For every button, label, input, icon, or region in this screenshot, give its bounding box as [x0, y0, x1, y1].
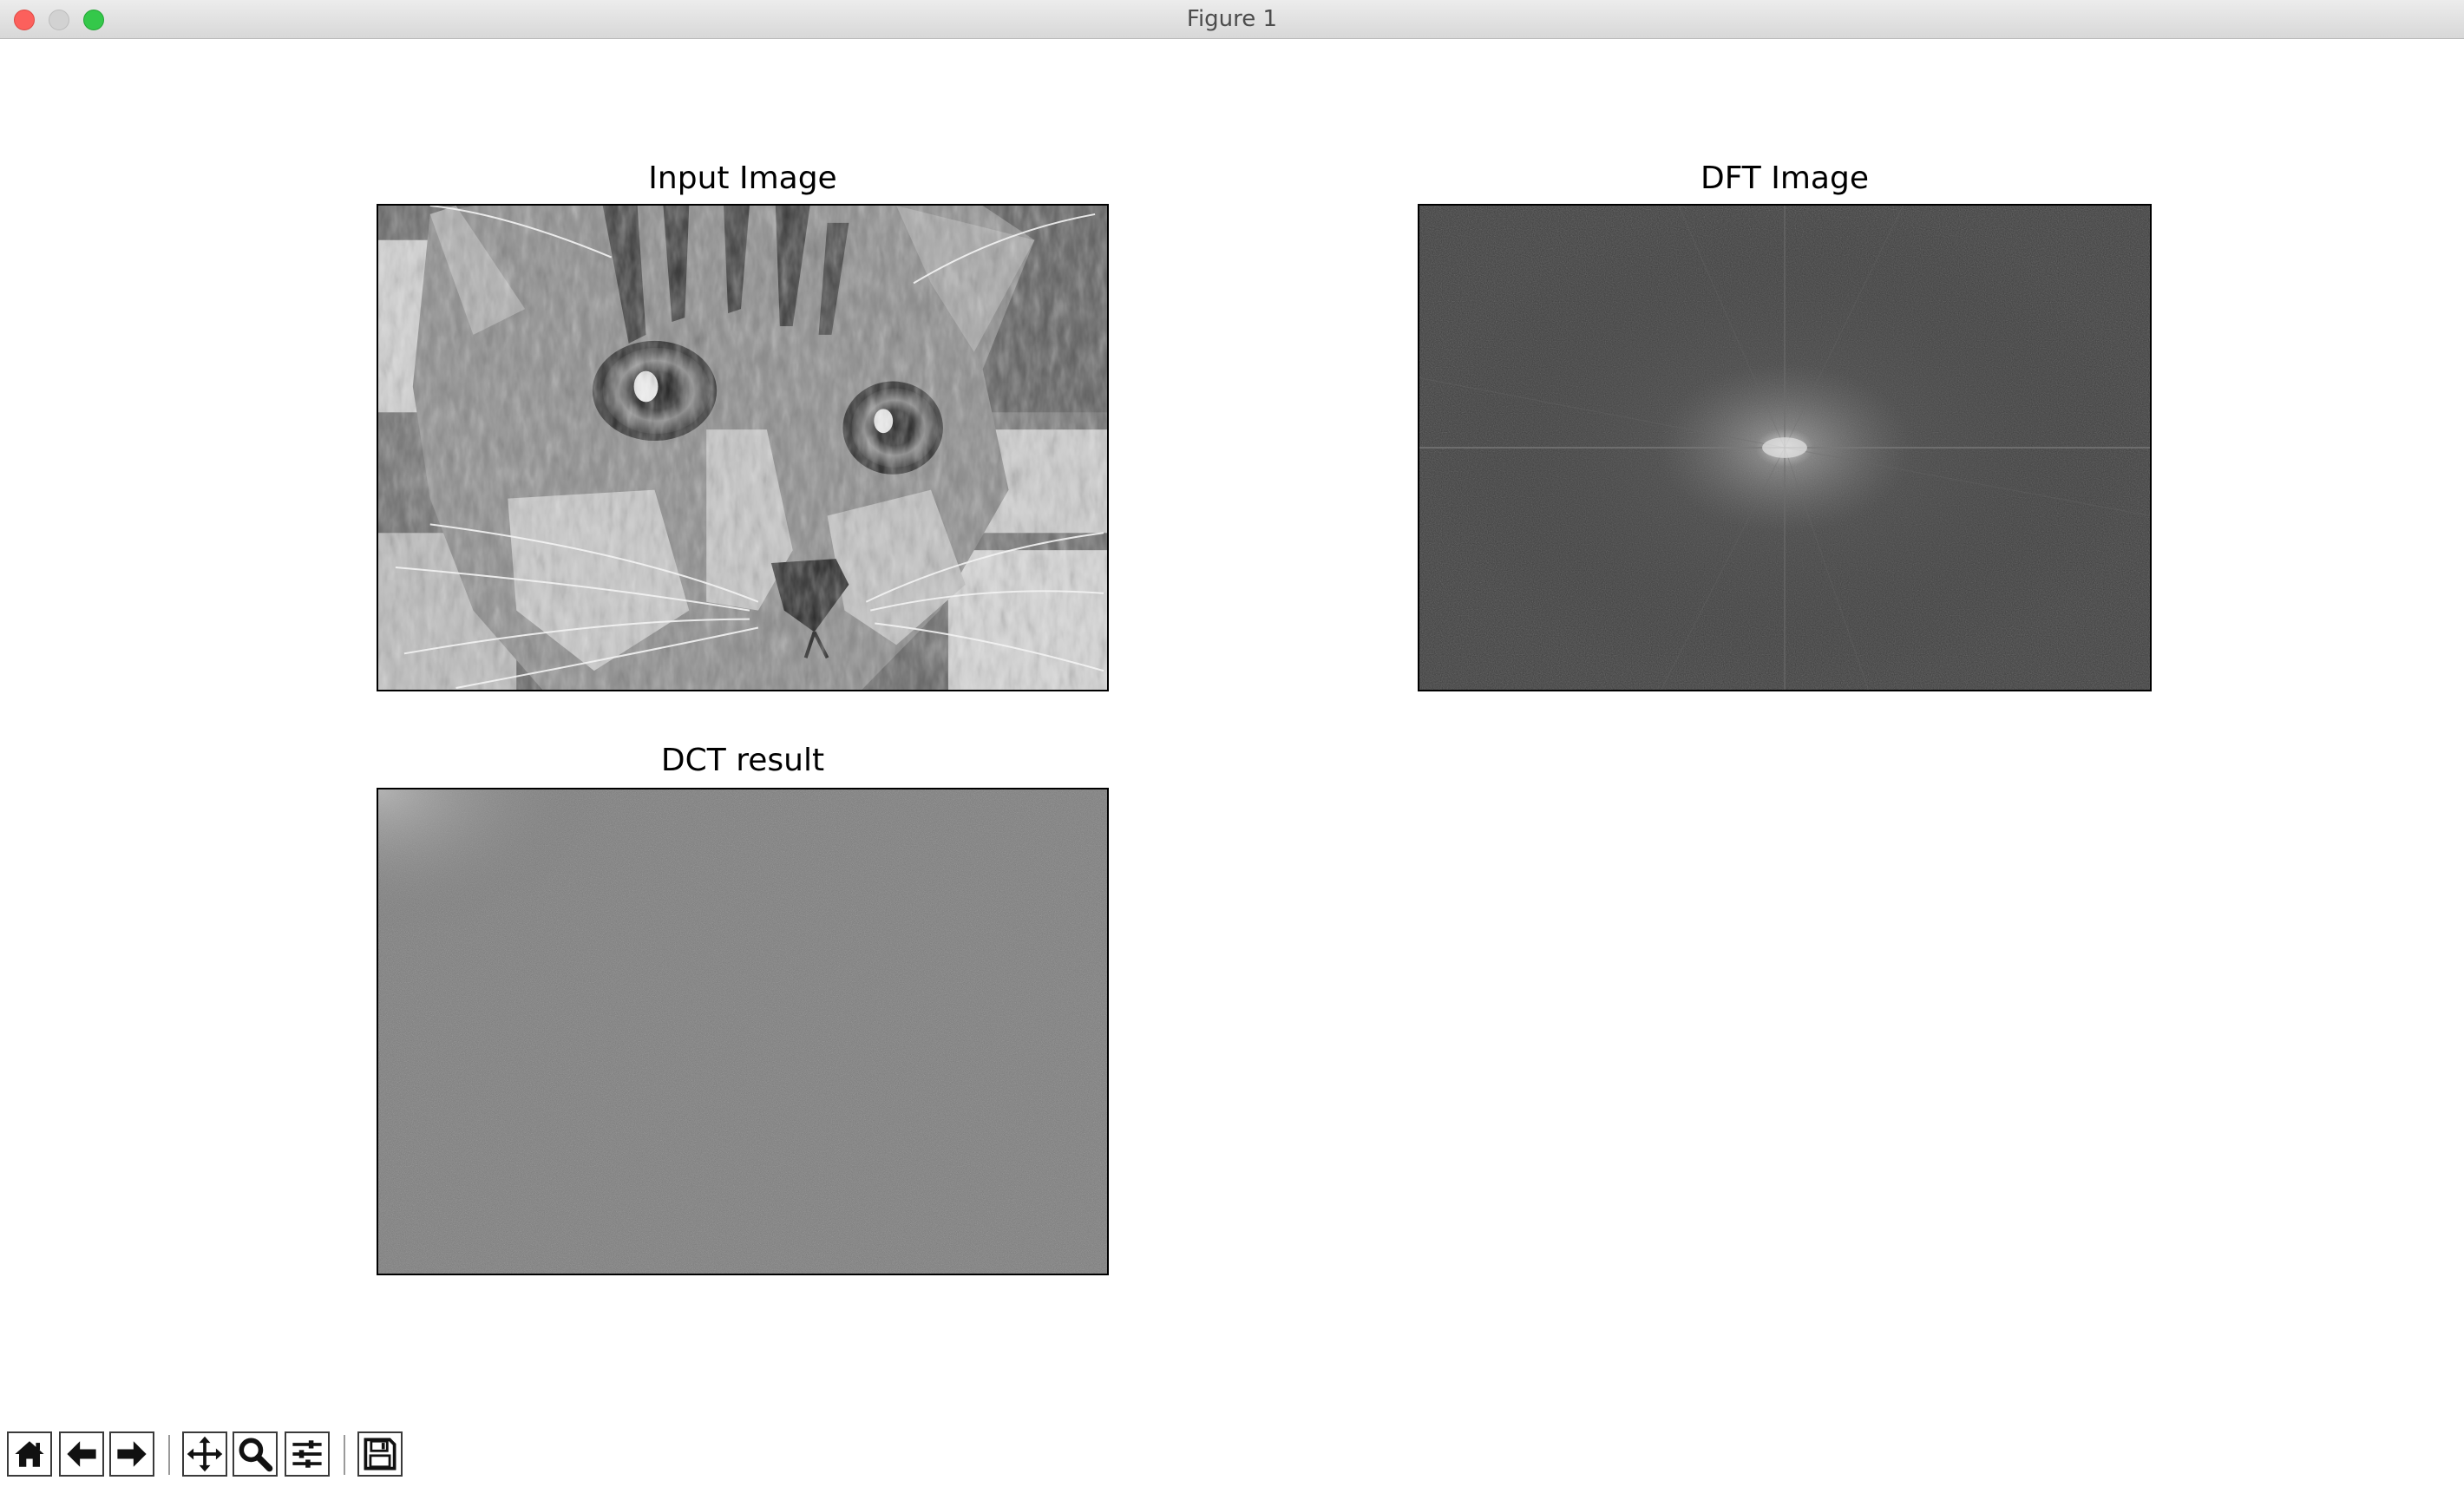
dct-result-title: DCT result	[660, 743, 825, 778]
zoom-button[interactable]	[233, 1431, 278, 1477]
save-icon	[364, 1438, 396, 1471]
forward-button[interactable]	[109, 1431, 154, 1477]
toolbar-separator	[168, 1435, 170, 1475]
navigation-toolbar	[0, 1423, 2464, 1487]
save-button[interactable]	[357, 1431, 403, 1477]
dft-image-title: DFT Image	[1701, 160, 1869, 196]
zoom-icon	[239, 1438, 273, 1472]
input-image-title: Input Image	[648, 160, 837, 196]
dct-coefficients-image	[378, 789, 1107, 1274]
forward-arrow-icon	[117, 1441, 147, 1467]
back-button[interactable]	[59, 1431, 104, 1477]
pan-button[interactable]	[182, 1431, 227, 1477]
configure-subplots-icon	[292, 1440, 322, 1468]
window-titlebar: Figure 1	[0, 0, 2464, 39]
home-button[interactable]	[7, 1431, 52, 1477]
pan-icon	[187, 1436, 223, 1472]
dct-result-axes	[377, 788, 1109, 1275]
input-image-axes	[377, 204, 1109, 691]
back-arrow-icon	[67, 1441, 96, 1467]
dft-image-axes	[1418, 204, 2152, 691]
window-title: Figure 1	[1186, 6, 1278, 32]
toolbar-separator	[344, 1435, 345, 1475]
dft-spectrum-image	[1419, 206, 2150, 690]
home-icon	[15, 1441, 44, 1467]
cat-image	[378, 206, 1107, 690]
configure-subplots-button[interactable]	[285, 1431, 330, 1477]
